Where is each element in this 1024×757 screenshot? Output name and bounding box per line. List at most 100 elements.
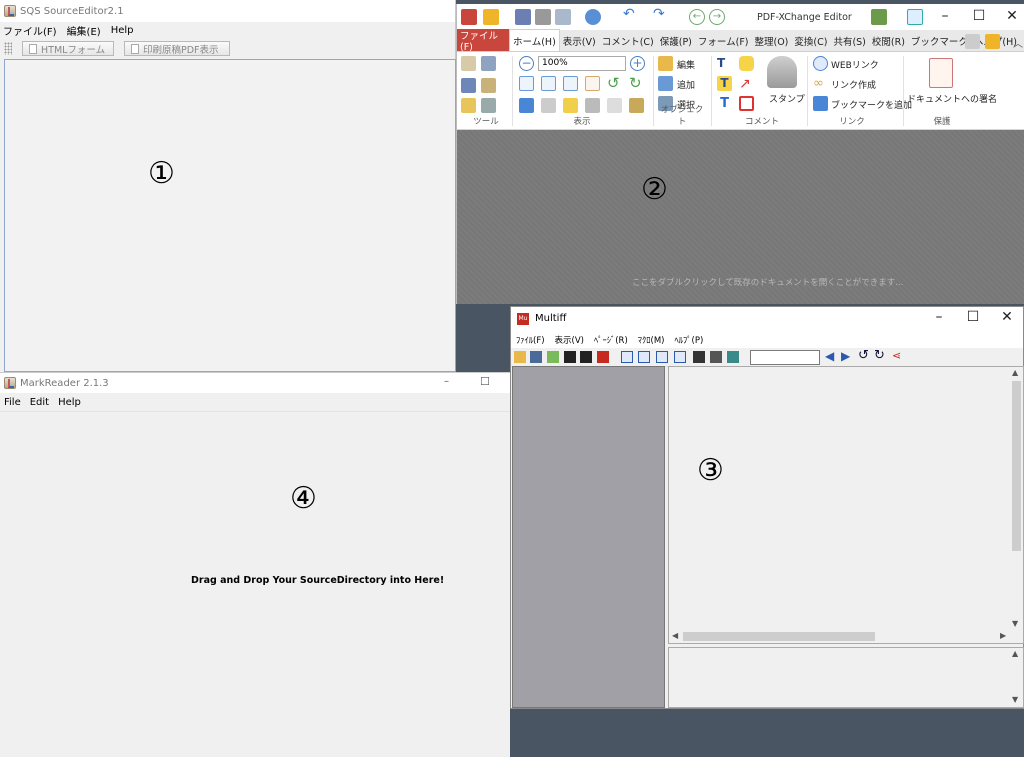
tab-share[interactable]: 共有(S) [830, 31, 868, 51]
add-object-icon[interactable] [658, 76, 673, 91]
fit-width-icon[interactable] [563, 76, 578, 91]
markreader-title-bar[interactable]: MarkReader 2.1.3 – ☐ [0, 373, 510, 393]
stamp-label[interactable]: スタンプ [769, 92, 805, 105]
folder-icon[interactable] [985, 34, 1000, 49]
scroll-left-icon[interactable]: ◀ [672, 631, 678, 640]
web-link-icon[interactable] [813, 56, 828, 71]
multiff-menu-help[interactable]: ﾍﾙﾌﾟ(P) [675, 334, 704, 346]
multiff-menu-page[interactable]: ﾍﾟｰｼﾞ(R) [594, 334, 628, 346]
vertical-scrollbar[interactable]: ▲ ▼ [1009, 367, 1023, 631]
sqs-title-bar[interactable]: SQS SourceEditor2.1 [0, 0, 455, 22]
email-icon[interactable] [555, 9, 571, 25]
maximize-icon[interactable]: ☐ [969, 8, 989, 24]
minimize-icon[interactable]: – [444, 376, 449, 387]
rotate-right-icon[interactable]: ↻ [874, 348, 885, 363]
tab-home[interactable]: ホーム(H) [509, 29, 560, 51]
vertical-scroll-thumb[interactable] [1012, 381, 1021, 551]
rotate-left-icon[interactable]: ↺ [858, 348, 869, 363]
print-icon[interactable] [535, 9, 551, 25]
scroll-right-icon[interactable]: ▶ [1000, 631, 1006, 640]
add-object-label[interactable]: 追加 [677, 78, 695, 91]
toolbar-grip-icon[interactable] [4, 42, 12, 55]
markreader-menu-edit[interactable]: Edit [30, 397, 49, 408]
actual-size-icon[interactable] [519, 76, 534, 91]
open-icon[interactable] [514, 351, 526, 363]
snapshot-icon[interactable] [481, 56, 496, 71]
append-page-icon[interactable] [638, 351, 650, 363]
tab-organize[interactable]: 整理(O) [752, 31, 792, 51]
fullscreen-icon[interactable] [907, 9, 923, 25]
info-pane[interactable]: ▲ ▼ [668, 647, 1024, 708]
save-icon[interactable] [515, 9, 531, 25]
zoom-out-icon[interactable]: − [519, 56, 534, 71]
multiff-title-bar[interactable]: Mu Multiff – ☐ ✕ [511, 307, 1023, 331]
thumbnail-pane[interactable] [512, 366, 665, 708]
scroll-down-icon[interactable]: ▼ [1012, 619, 1018, 628]
maximize-icon[interactable]: ☐ [963, 309, 983, 325]
edit-object-label[interactable]: 編集 [677, 58, 695, 71]
flip-icon[interactable]: ⋖ [892, 349, 901, 362]
forward-icon[interactable]: → [709, 9, 725, 25]
drop-zone-message[interactable]: Drag and Drop Your SourceDirectory into … [191, 575, 444, 586]
close-icon[interactable]: ✕ [997, 309, 1017, 325]
save-icon[interactable] [564, 351, 576, 363]
tab-comment[interactable]: コメント(C) [599, 31, 657, 51]
scroll-up-icon[interactable]: ▲ [1012, 368, 1018, 377]
sign-document-icon[interactable] [929, 58, 953, 88]
sqs-editor-area[interactable] [4, 59, 456, 372]
tab-convert[interactable]: 変換(C) [791, 31, 830, 51]
delete-icon[interactable] [693, 351, 705, 363]
info-vertical-scrollbar[interactable]: ▲ ▼ [1009, 648, 1023, 707]
arrow-tool-icon[interactable]: ↗ [739, 76, 754, 92]
page-number-input[interactable] [750, 350, 820, 365]
add-bookmark-icon[interactable] [813, 96, 828, 111]
create-link-label[interactable]: リンク作成 [831, 78, 876, 91]
rotate-left-icon[interactable]: ↺ [607, 76, 622, 91]
scan-icon[interactable] [727, 351, 739, 363]
zoom-in-icon[interactable]: + [630, 56, 645, 71]
scroll-down-icon[interactable]: ▼ [1012, 695, 1018, 704]
clipboard-icon[interactable] [481, 78, 496, 93]
minimize-icon[interactable]: – [935, 8, 955, 24]
page-view-pane[interactable]: ▲ ▼ ◀ ▶ ③ [668, 366, 1024, 644]
save-as-icon[interactable] [580, 351, 592, 363]
text-tool-icon[interactable]: T [717, 96, 732, 111]
fit-page-icon[interactable] [541, 76, 556, 91]
bookmark-icon[interactable] [519, 98, 534, 113]
stamp-icon[interactable] [767, 56, 797, 88]
edit-object-icon[interactable] [658, 56, 673, 71]
pdfx-app-icon[interactable] [461, 9, 477, 25]
refresh-icon[interactable] [547, 351, 559, 363]
multiff-menu-macro[interactable]: ﾏｸﾛ(M) [638, 334, 665, 346]
copy-page-icon[interactable] [674, 351, 686, 363]
sqs-menu-file[interactable]: ファイル(F) [3, 23, 57, 38]
print-icon[interactable] [710, 351, 722, 363]
close-icon[interactable]: ✕ [1002, 8, 1022, 24]
minimize-icon[interactable]: – [929, 309, 949, 325]
pdf-export-icon[interactable] [597, 351, 609, 363]
scroll-up-icon[interactable]: ▲ [1012, 649, 1018, 658]
tab-file[interactable]: ファイル(F) [457, 29, 509, 53]
web-link-label[interactable]: WEBリンク [831, 58, 879, 71]
layers-icon[interactable] [607, 98, 622, 113]
next-page-icon[interactable]: ▶ [841, 349, 850, 363]
print-pdf-button[interactable]: 印刷原稿PDF表示 [124, 41, 230, 56]
comments-icon[interactable] [563, 98, 578, 113]
properties-icon[interactable] [629, 98, 644, 113]
typewriter-icon[interactable]: T [717, 56, 732, 71]
undo-icon[interactable]: ↶ [623, 6, 639, 22]
open-folder-icon[interactable] [483, 9, 499, 25]
select-text-icon[interactable] [461, 78, 476, 93]
add-bookmark-label[interactable]: ブックマークを追加 [831, 98, 912, 111]
sqs-menu-edit[interactable]: 編集(E) [67, 23, 101, 38]
back-icon[interactable]: ← [689, 9, 705, 25]
markreader-menu-help[interactable]: Help [58, 397, 81, 408]
document-props-icon[interactable] [965, 34, 980, 49]
previous-page-icon[interactable]: ◀ [825, 349, 834, 363]
text-box-icon[interactable]: T [717, 76, 732, 91]
settings-icon[interactable] [871, 9, 887, 25]
multiff-menu-view[interactable]: 表示(V) [555, 334, 584, 346]
collapse-ribbon-icon[interactable]: ︿ [1013, 35, 1023, 50]
create-link-icon[interactable]: ∞ [813, 76, 828, 91]
rotate-right-icon[interactable]: ↻ [629, 76, 644, 91]
